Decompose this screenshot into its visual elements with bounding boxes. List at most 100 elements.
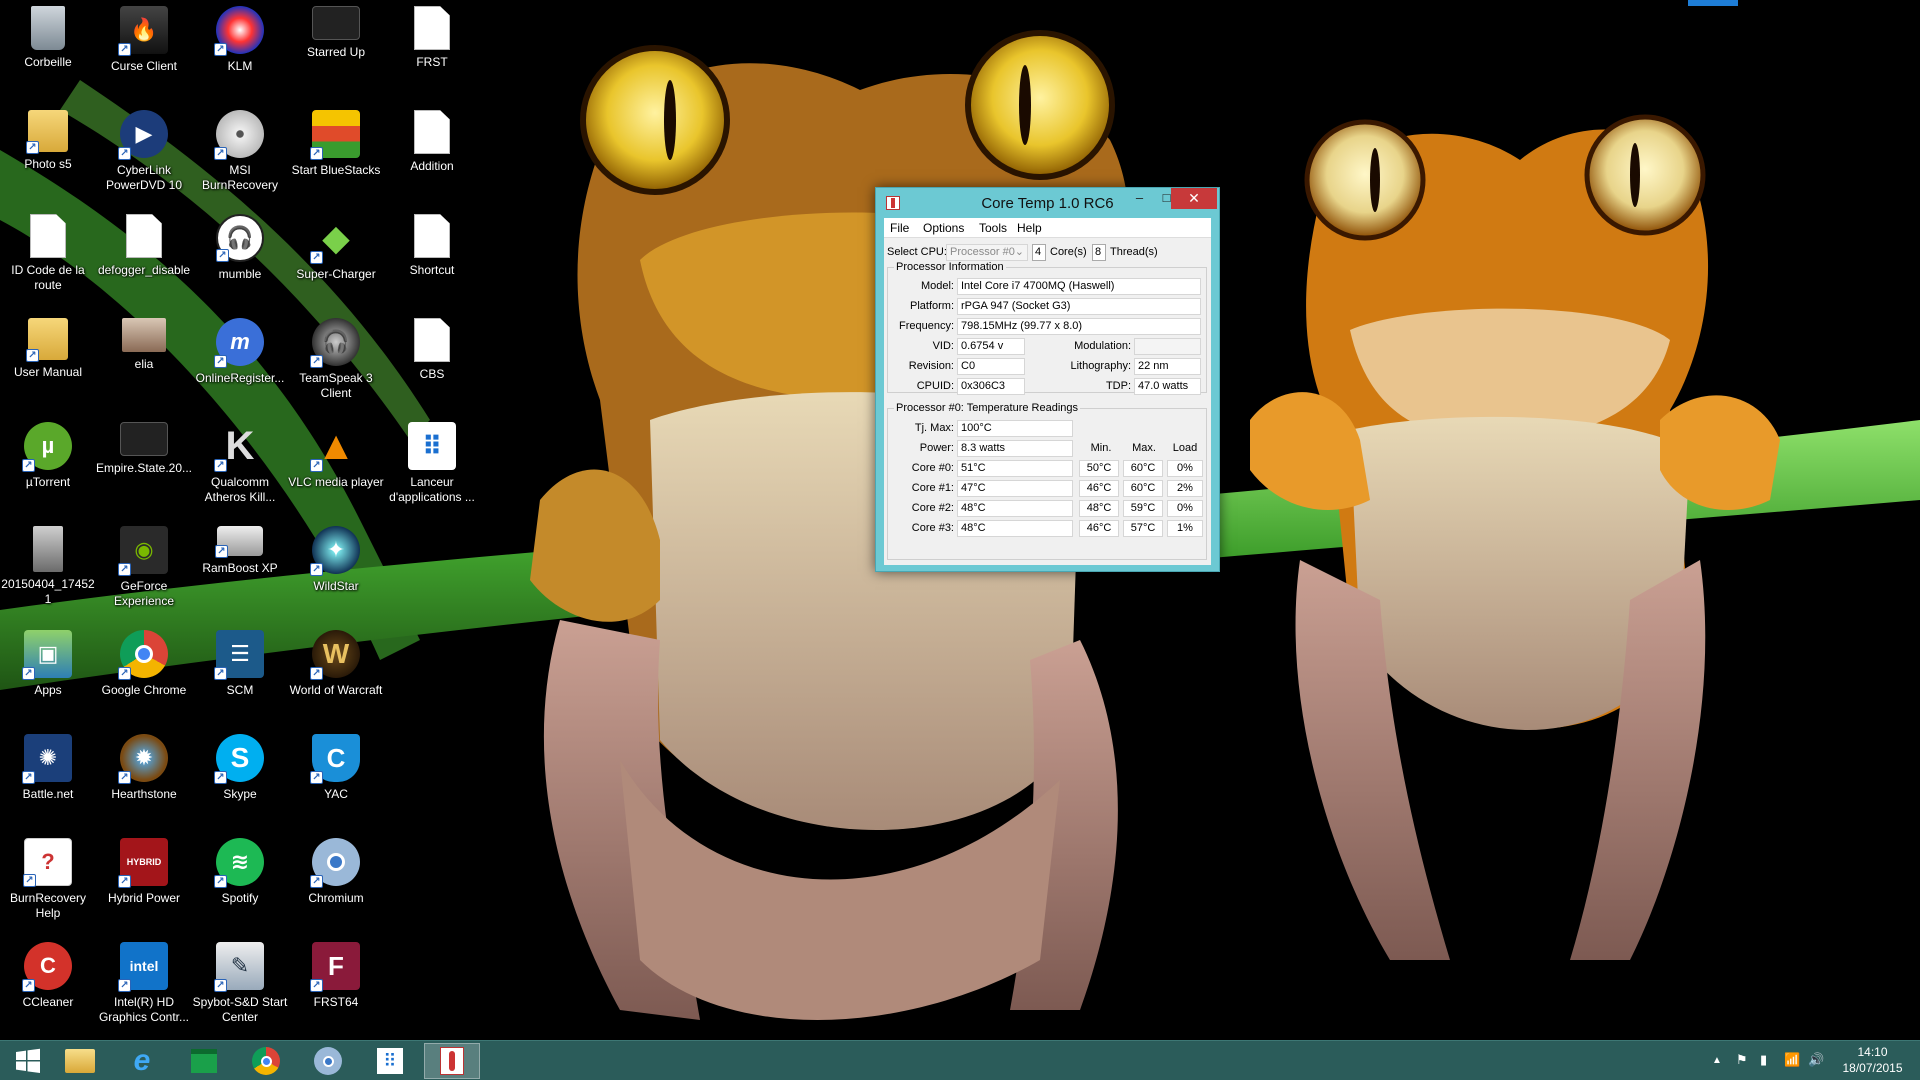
platform-value: rPGA 947 (Socket G3) <box>957 298 1201 315</box>
desktop-icon-frst[interactable]: FRST <box>382 0 482 100</box>
desktop-icon-frst64[interactable]: F ↗ FRST64 <box>286 936 386 1036</box>
select-cpu-label: Select CPU: <box>887 246 947 258</box>
chromium-icon <box>314 1047 342 1075</box>
clock-date: 18/07/2015 <box>1842 1061 1903 1075</box>
taskbar-internet-explorer[interactable]: e <box>114 1043 170 1079</box>
blank-file-icon <box>414 214 450 258</box>
desktop-icon-burnrecovery-help[interactable]: ? ↗ BurnRecovery Help <box>0 832 98 932</box>
desktop-icon-intel-graphics[interactable]: intel ↗ Intel(R) HD Graphics Contr... <box>94 936 194 1036</box>
spotify-icon: ≋ ↗ <box>214 838 264 888</box>
desktop-icon-id-code[interactable]: ID Code de la route <box>0 208 98 308</box>
desktop-icon-teamspeak[interactable]: 🎧 ↗ TeamSpeak 3 Client <box>286 312 386 412</box>
desktop-icon-ccleaner[interactable]: C ↗ CCleaner <box>0 936 98 1036</box>
start-button[interactable] <box>0 1043 56 1079</box>
core-temp: 48°C <box>957 500 1073 517</box>
desktop-icon-empire-state[interactable]: Empire.State.20... <box>94 416 194 516</box>
desktop-icon-curse-client[interactable]: 🔥 ↗ Curse Client <box>94 0 194 100</box>
desktop-icon-user-manual[interactable]: ↗ User Manual <box>0 312 98 412</box>
blank-file-icon <box>414 110 450 154</box>
cpuid-label: CPUID: <box>916 380 954 392</box>
volume-icon[interactable]: 🔊 <box>1808 1052 1824 1068</box>
core-max: 60°C <box>1123 460 1163 477</box>
menu-bar: File Options Tools Help <box>884 218 1211 238</box>
action-center-flag-icon[interactable]: ⚑ <box>1736 1052 1748 1068</box>
processor-information-title: Processor Information <box>894 261 1006 273</box>
desktop-icon-shortcut[interactable]: Shortcut <box>382 208 482 308</box>
desktop-icon-addition[interactable]: Addition <box>382 104 482 204</box>
minimize-button[interactable]: – <box>1126 188 1153 209</box>
desktop-icon-powerdvd[interactable]: ▶ ↗ CyberLink PowerDVD 10 <box>94 104 194 204</box>
desktop-icon-ramboost[interactable]: ↗ RamBoost XP <box>190 520 290 620</box>
tray-overflow-chevron-icon[interactable]: ▲ <box>1712 1055 1722 1066</box>
photo-icon <box>122 318 166 352</box>
menu-options[interactable]: Options <box>923 221 964 235</box>
app-launcher-icon: ⠿ <box>408 422 456 470</box>
core-label: Core #3: <box>911 522 954 534</box>
desktop-icon-klm[interactable]: ↗ KLM <box>190 0 290 100</box>
desktop-icon-hearthstone[interactable]: ✹ ↗ Hearthstone <box>94 728 194 828</box>
desktop-icon-elia[interactable]: elia <box>94 312 194 412</box>
internet-explorer-icon: e <box>133 1044 151 1077</box>
processor-select-value: Processor #0 <box>950 246 1015 258</box>
desktop-icon-photo-20150404[interactable]: 20150404_174521 <box>0 520 98 620</box>
taskbar-apps[interactable]: ⠿ <box>362 1043 418 1079</box>
processor-select[interactable]: Processor #0 ⌄ <box>946 244 1028 261</box>
core-temp-window[interactable]: Core Temp 1.0 RC6 – □ ✕ File Options Too… <box>875 187 1220 572</box>
core-max: 57°C <box>1123 520 1163 537</box>
desktop-icon-app-launcher[interactable]: ⠿ Lanceur d'applications ... <box>382 416 482 516</box>
desktop-icon-defogger[interactable]: defogger_disable <box>94 208 194 308</box>
desktop-icon-photo-s5[interactable]: ↗ Photo s5 <box>0 104 98 204</box>
max-column-header: Max. <box>1132 442 1156 454</box>
desktop-icon-bluestacks[interactable]: ↗ Start BlueStacks <box>286 104 386 204</box>
desktop-icon-super-charger[interactable]: ◆ ↗ Super-Charger <box>286 208 386 308</box>
desktop-icon-cbs[interactable]: CBS <box>382 312 482 412</box>
desktop-icon-mumble[interactable]: 🎧 ↗ mumble <box>190 208 290 308</box>
menu-help[interactable]: Help <box>1017 221 1042 235</box>
clock[interactable]: 14:10 18/07/2015 <box>1830 1044 1915 1076</box>
desktop-icon-hybrid-power[interactable]: HYBRID ↗ Hybrid Power <box>94 832 194 932</box>
load-column-header: Load <box>1172 442 1198 454</box>
curse-client-icon: 🔥 ↗ <box>118 6 168 56</box>
desktop-icon-apps[interactable]: ▣ ↗ Apps <box>0 624 98 724</box>
desktop-icon-vlc[interactable]: ▲ ↗ VLC media player <box>286 416 386 516</box>
network-signal-icon[interactable]: 📶 <box>1784 1052 1800 1068</box>
taskbar-chrome[interactable] <box>238 1043 294 1079</box>
geforce-icon: ◉ ↗ <box>118 526 168 576</box>
menu-tools[interactable]: Tools <box>979 221 1007 235</box>
desktop-icon-skype[interactable]: S ↗ Skype <box>190 728 290 828</box>
cores-count: 4 <box>1032 244 1046 261</box>
desktop-icon-google-chrome[interactable]: ↗ Google Chrome <box>94 624 194 724</box>
desktop-icon-qualcomm-killer[interactable]: K ↗ Qualcomm Atheros Kill... <box>190 416 290 516</box>
tjmax-value: 100°C <box>957 420 1073 437</box>
taskbar-chromium[interactable] <box>300 1043 356 1079</box>
battery-icon[interactable]: ▮ <box>1760 1052 1767 1068</box>
desktop-icon-onlineregister[interactable]: m ↗ OnlineRegister... <box>190 312 290 412</box>
lithography-label: Lithography: <box>1070 360 1131 372</box>
desktop-icon-wildstar[interactable]: ✦ ↗ WildStar <box>286 520 386 620</box>
desktop-icon-spotify[interactable]: ≋ ↗ Spotify <box>190 832 290 932</box>
menu-file[interactable]: File <box>890 221 909 235</box>
desktop-icon-chromium[interactable]: ↗ Chromium <box>286 832 386 932</box>
desktop-icon-wow[interactable]: W ↗ World of Warcraft <box>286 624 386 724</box>
ramboost-icon: ↗ <box>215 526 263 558</box>
threads-label: Thread(s) <box>1110 246 1158 258</box>
desktop-icon-battlenet[interactable]: ✺ ↗ Battle.net <box>0 728 98 828</box>
desktop-icon-starred-up[interactable]: Starred Up <box>286 0 386 100</box>
vlc-icon: ▲ ↗ <box>310 422 360 472</box>
battlenet-icon: ✺ ↗ <box>22 734 72 784</box>
close-button[interactable]: ✕ <box>1171 188 1217 209</box>
taskbar-file-explorer[interactable] <box>52 1043 108 1079</box>
taskbar-core-temp[interactable] <box>424 1043 480 1079</box>
desktop-icon-scm[interactable]: ☰ ↗ SCM <box>190 624 290 724</box>
taskbar-store[interactable] <box>176 1043 232 1079</box>
desktop-icon-geforce[interactable]: ◉ ↗ GeForce Experience <box>94 520 194 620</box>
desktop-icon-utorrent[interactable]: µ ↗ µTorrent <box>0 416 98 516</box>
desktop-icon-yac[interactable]: C ↗ YAC <box>286 728 386 828</box>
folder-icon: ↗ <box>26 110 68 154</box>
desktop-icon-msi-burnrecovery[interactable]: ↗ MSI BurnRecovery <box>190 104 290 204</box>
tdp-label: TDP: <box>1105 380 1131 392</box>
title-bar[interactable]: Core Temp 1.0 RC6 – □ ✕ <box>876 188 1219 218</box>
desktop-icon-spybot[interactable]: ✎ ↗ Spybot-S&D Start Center <box>190 936 290 1036</box>
skype-icon: S ↗ <box>214 734 264 784</box>
desktop-icon-corbeille[interactable]: Corbeille <box>0 0 98 100</box>
